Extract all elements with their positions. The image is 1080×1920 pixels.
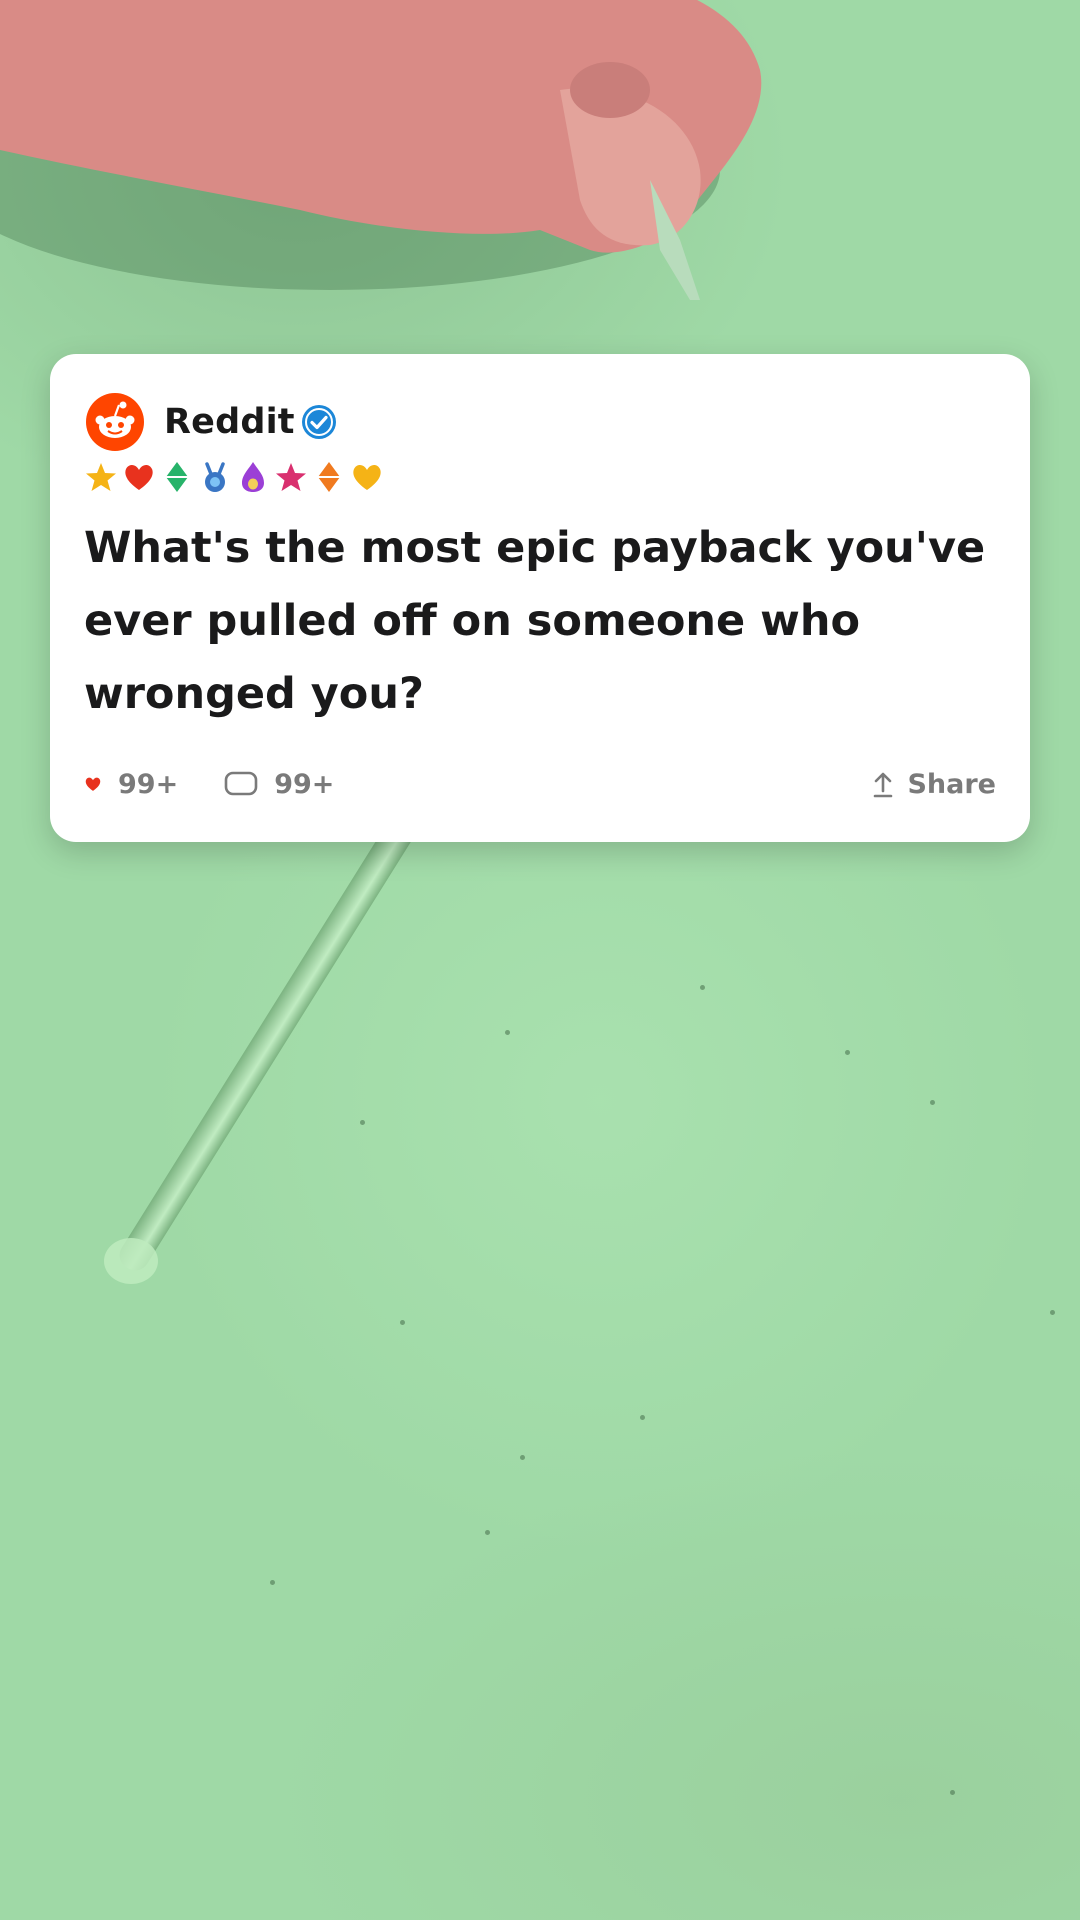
hand-image — [0, 0, 762, 300]
like-button[interactable]: 99+ — [84, 769, 178, 800]
flame-award-icon — [242, 462, 264, 492]
speck — [505, 1030, 510, 1035]
speck — [640, 1415, 645, 1420]
post-title[interactable]: What's the most epic payback you've ever… — [84, 512, 1004, 731]
speck — [270, 1580, 275, 1585]
like-count: 99+ — [118, 768, 179, 800]
star-award-icon — [86, 463, 116, 491]
orange-diamond-award-icon — [318, 462, 340, 492]
author-name[interactable]: Reddit — [164, 402, 295, 442]
post-footer: 99+ 99+ Share — [84, 762, 996, 806]
comment-button[interactable]: 99+ — [224, 769, 334, 800]
speck — [400, 1320, 405, 1325]
share-label: Share — [907, 768, 996, 800]
speck — [520, 1455, 525, 1460]
awards-row — [84, 460, 384, 494]
verified-check-icon — [301, 405, 336, 439]
comment-count: 99+ — [274, 768, 335, 800]
video-background — [0, 0, 1080, 1920]
reddit-logo-icon[interactable] — [86, 393, 144, 451]
heart-award-icon — [125, 464, 153, 490]
speck — [485, 1530, 490, 1535]
share-button[interactable]: Share — [871, 769, 996, 800]
speck — [360, 1120, 365, 1125]
speck — [700, 985, 705, 990]
speck — [845, 1050, 850, 1055]
pink-star-award-icon — [276, 463, 306, 491]
speck — [1050, 1310, 1055, 1315]
gold-heart-award-icon — [353, 464, 381, 490]
speck — [930, 1100, 935, 1105]
post-card[interactable]: Reddit What's the most epic payback you'… — [50, 354, 1030, 842]
post-header: Reddit — [86, 392, 337, 452]
diamond-award-icon — [166, 462, 188, 492]
speck — [950, 1790, 955, 1795]
rabbit-award-icon — [205, 462, 225, 492]
heart-icon — [85, 777, 101, 791]
glass-rod-tip — [104, 1238, 158, 1284]
comment-bubble-icon — [224, 771, 258, 796]
share-arrow-icon — [874, 772, 893, 798]
